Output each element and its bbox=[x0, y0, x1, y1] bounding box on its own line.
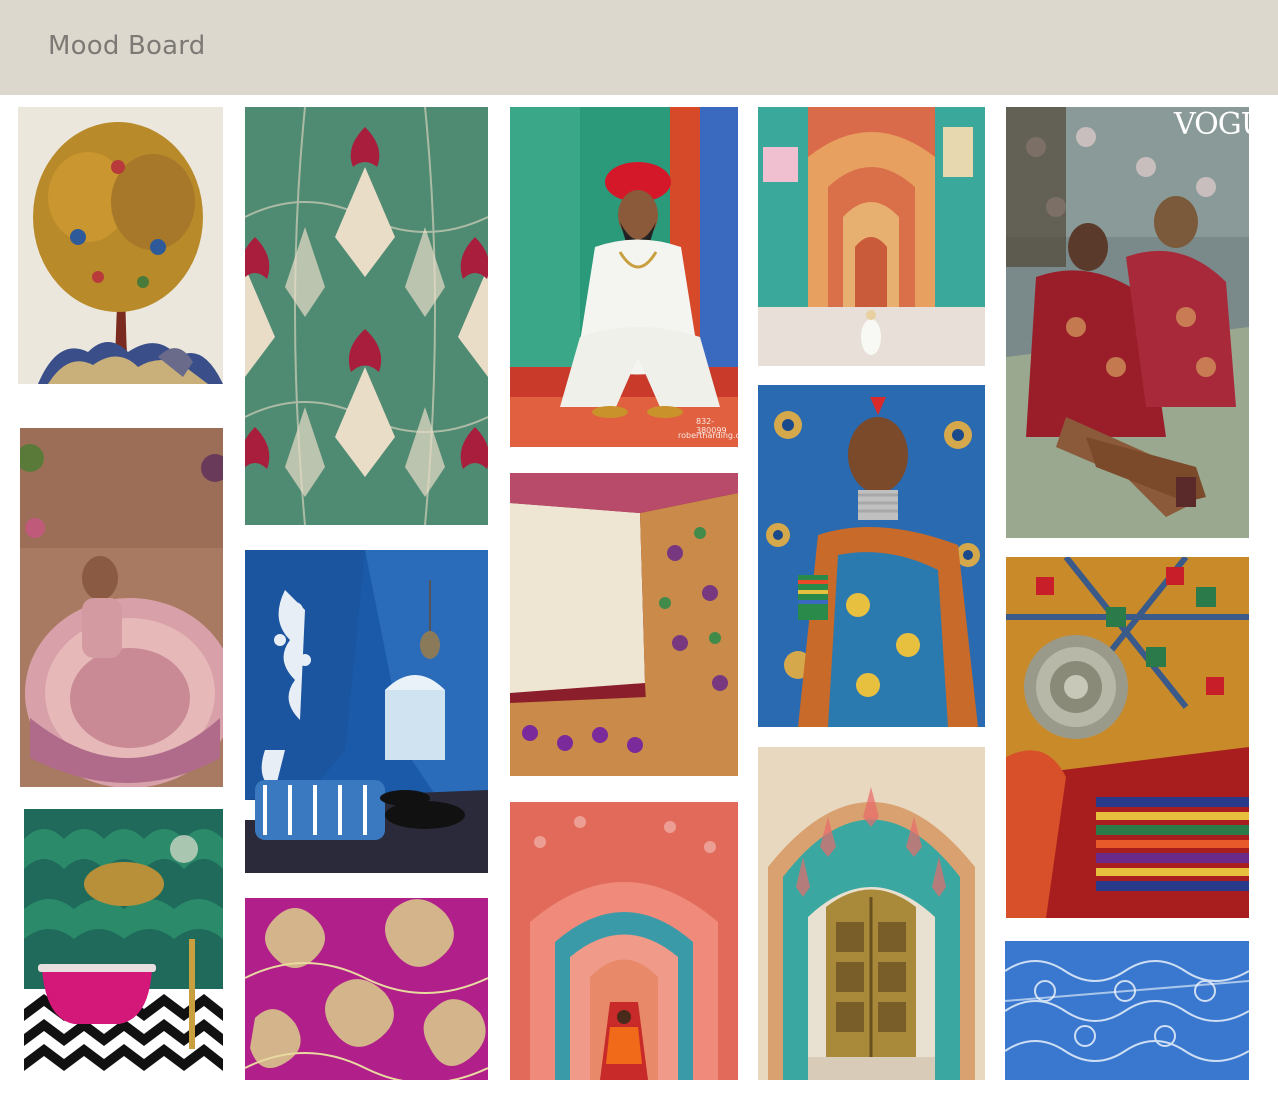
lotus-gate-door-image[interactable] bbox=[758, 747, 985, 1080]
pink-bathtub-room-image[interactable] bbox=[24, 809, 223, 1080]
header-bar: Mood Board bbox=[0, 0, 1278, 95]
vogue-editorial-women-image[interactable]: VOGUE bbox=[1006, 107, 1249, 538]
page-title: Mood Board bbox=[48, 31, 206, 61]
embroidered-textile-jewelry-image[interactable] bbox=[1006, 557, 1249, 918]
bride-pink-lehenga-image[interactable] bbox=[20, 428, 223, 787]
patrika-gate-corridor-image[interactable] bbox=[758, 107, 985, 366]
peacock-woman-portrait-image[interactable] bbox=[758, 385, 985, 727]
blue-ceiling-pattern-image[interactable] bbox=[1005, 941, 1249, 1080]
rajasthani-man-turban-image[interactable]: 832-380099 robertharding.com bbox=[510, 107, 738, 447]
vogue-logo: VOGUE bbox=[1174, 107, 1249, 142]
paithani-saree-image[interactable] bbox=[510, 473, 738, 776]
pink-arched-corridor-image[interactable] bbox=[510, 802, 738, 1080]
magenta-brocade-image[interactable] bbox=[245, 898, 488, 1080]
lotus-wallpaper-green-image[interactable] bbox=[245, 107, 488, 525]
tree-of-life-embroidery-image[interactable] bbox=[18, 107, 223, 384]
robertharding-watermark: robertharding.com bbox=[678, 431, 738, 440]
blue-palace-corridor-image[interactable] bbox=[245, 550, 488, 873]
